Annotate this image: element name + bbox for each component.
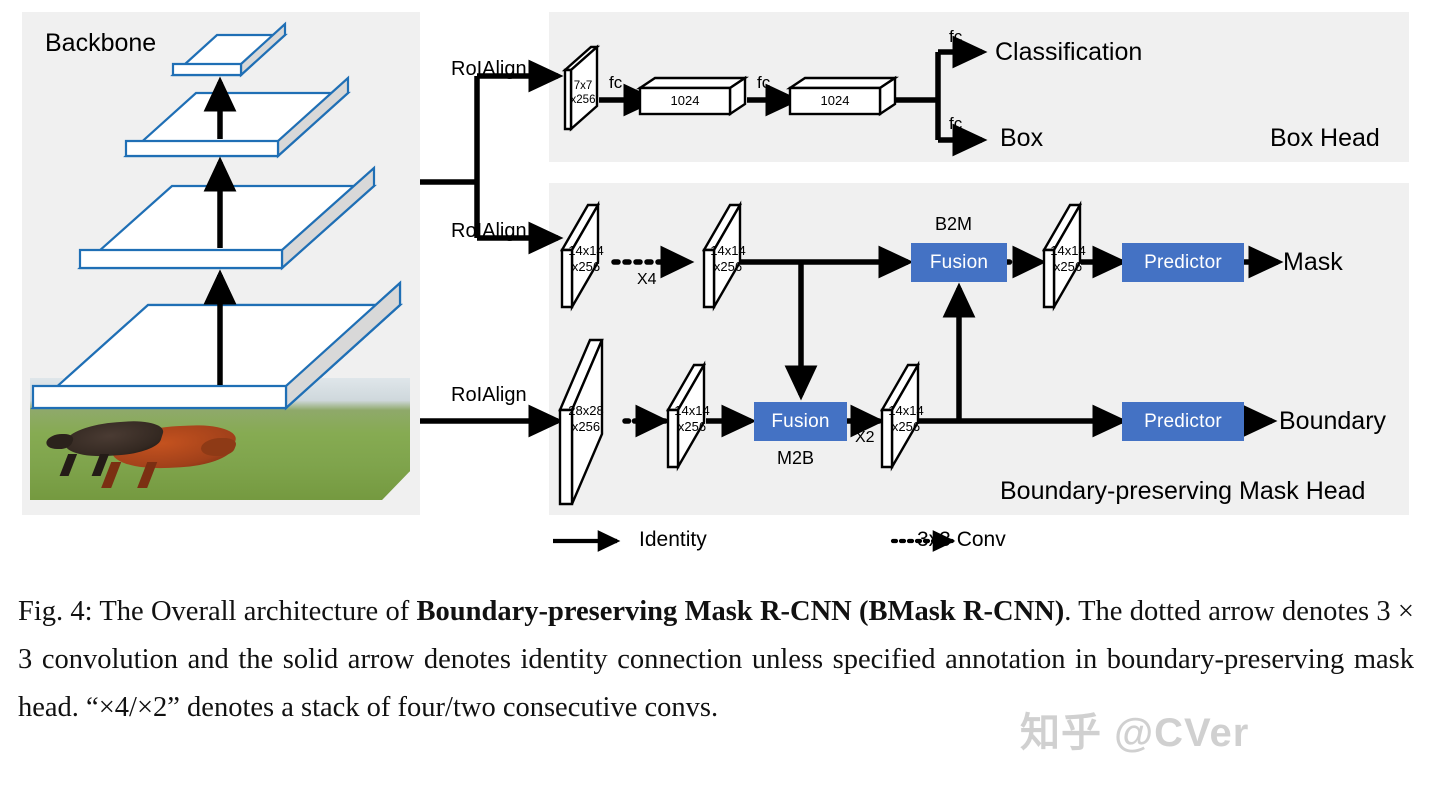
mask-stack-x4-label: X4: [637, 271, 657, 288]
mask-featuremap-3-label: 14x14 x256: [1042, 243, 1094, 276]
b2m-fusion-block[interactable]: Fusion: [911, 243, 1007, 282]
mask-map1-size: 14x14: [568, 243, 604, 258]
fc-box-label: fc: [949, 114, 963, 133]
caption-part-1: Fig. 4: The Overall architecture of: [18, 596, 417, 627]
boundary-featuremap-3-label: 14x14 x256: [880, 403, 932, 436]
fc1-box-label: 1024: [670, 93, 700, 108]
box-output-label: Box: [1000, 124, 1044, 152]
mask-map2-size: 14x14: [710, 243, 746, 258]
m2b-fusion-block[interactable]: Fusion: [754, 402, 847, 441]
backbone-title: Backbone: [45, 29, 157, 57]
input-image-plane: [30, 378, 410, 500]
boundary-map1-channels: x256: [571, 419, 601, 435]
legend-conv-label: 3x3 Conv: [917, 528, 1006, 551]
boundary-predictor-label: Predictor: [1144, 410, 1222, 432]
boundary-predictor-block[interactable]: Predictor: [1122, 402, 1244, 441]
boundary-map2-channels: x256: [677, 419, 707, 435]
m2b-fusion-label: Fusion: [771, 410, 830, 432]
m2b-tag-label: M2B: [777, 448, 815, 468]
roialign-label-mask: RoIAlign: [451, 220, 527, 242]
figure-caption: Fig. 4: The Overall architecture of Boun…: [18, 588, 1414, 732]
input-photo: [30, 378, 410, 500]
b2m-fusion-label: Fusion: [929, 251, 989, 273]
mask-map3-size: 14x14: [1050, 243, 1086, 258]
figure-diagram: Fusion Predictor Fusion Predictor Backbo…: [0, 0, 1430, 580]
boxhead-map-size: 7x7: [573, 80, 593, 92]
roi-branch-lines: [420, 59, 564, 438]
box-head-title: Box Head: [1270, 124, 1380, 152]
mask-head-title: Boundary-preserving Mask Head: [1000, 477, 1366, 505]
boundary-featuremap-2-label: 14x14 x256: [666, 403, 718, 436]
roialign-label-box: RoIAlign: [451, 58, 527, 80]
boundary-map3-channels: x256: [891, 419, 921, 435]
fc-cls-label: fc: [949, 27, 963, 46]
mask-map3-channels: x256: [1053, 259, 1083, 275]
boundary-map3-size: 14x14: [888, 403, 924, 418]
fc2-label: fc: [757, 73, 771, 92]
mask-predictor-block[interactable]: Predictor: [1122, 243, 1244, 282]
boundary-output-label: Boundary: [1279, 407, 1387, 435]
caption-bold-title: Boundary-preserving Mask R-CNN (BMask R-…: [416, 596, 1065, 627]
legend-identity-label: Identity: [639, 528, 707, 551]
mask-featuremap-1-label: 14x14 x256: [560, 243, 612, 276]
mask-map1-channels: x256: [571, 259, 601, 275]
b2m-tag-label: B2M: [935, 214, 973, 234]
fc1-label: fc: [609, 73, 623, 92]
mask-head-panel: [549, 183, 1409, 515]
mask-predictor-label: Predictor: [1144, 251, 1222, 273]
mask-output-label: Mask: [1283, 248, 1343, 276]
boxhead-map-channels: x256: [570, 94, 596, 107]
boundary-map2-size: 14x14: [674, 403, 710, 418]
fc2-box-label: 1024: [820, 93, 850, 108]
mask-map2-channels: x256: [713, 259, 743, 275]
classification-output-label: Classification: [995, 38, 1143, 66]
boundary-stack-x2-label: X2: [855, 429, 875, 446]
roialign-label-boundary: RoIAlign: [451, 384, 527, 406]
boxhead-input-featuremap-label: 7x7 x256: [566, 79, 600, 108]
boundary-map1-size: 28x28: [568, 403, 604, 418]
mask-featuremap-2-label: 14x14 x256: [702, 243, 754, 276]
boundary-featuremap-1-label: 28x28 x256: [558, 403, 614, 436]
